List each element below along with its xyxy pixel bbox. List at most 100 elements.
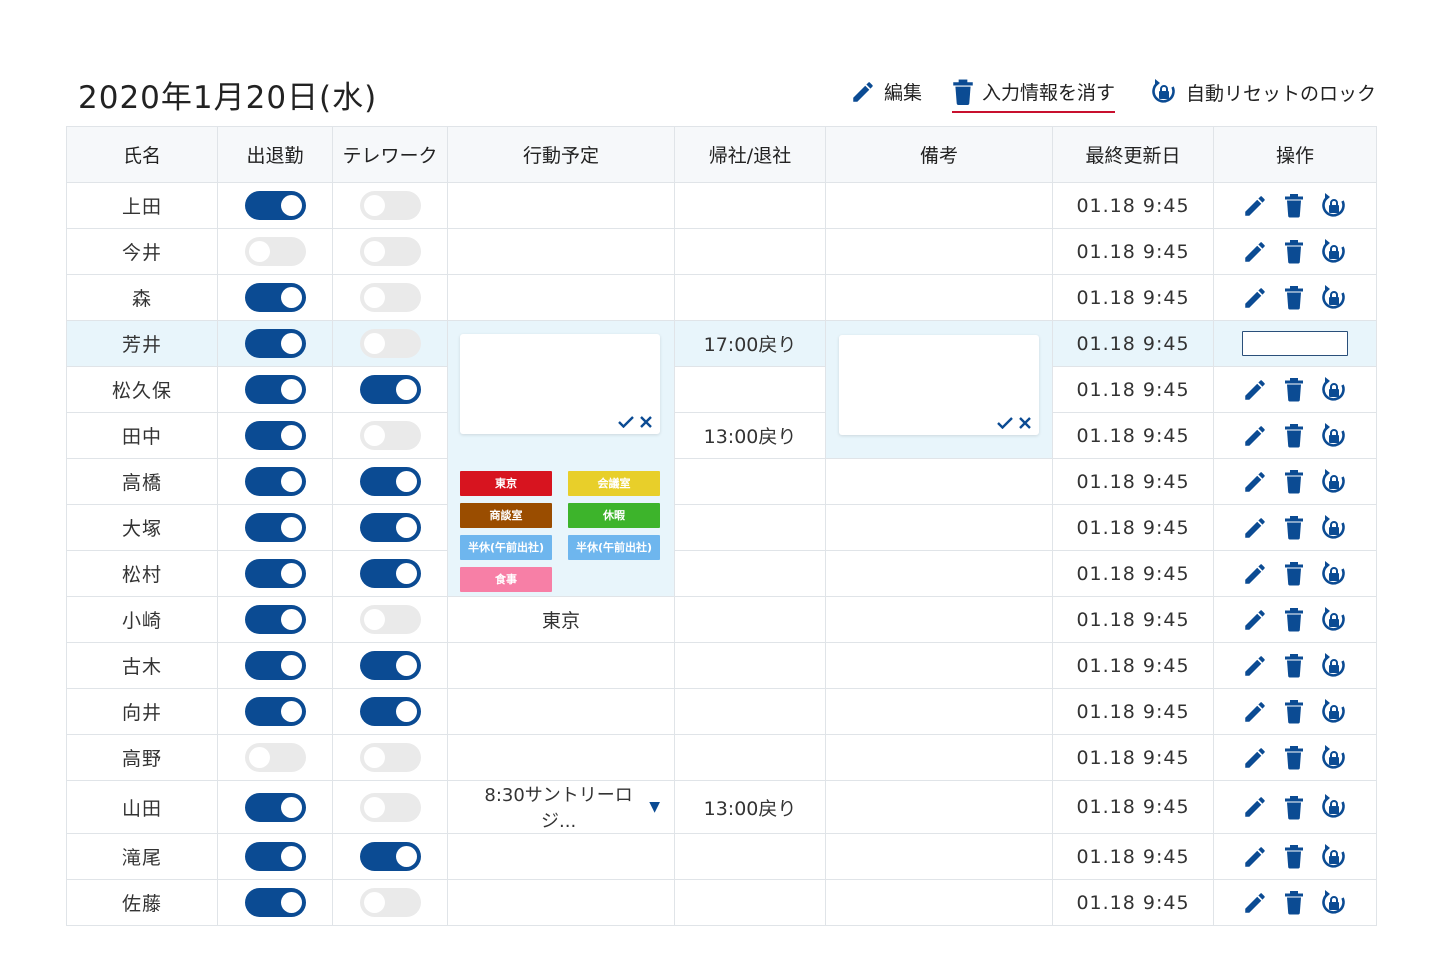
pencil-icon[interactable] bbox=[1242, 561, 1268, 587]
plan-tag[interactable]: 休暇 bbox=[568, 503, 660, 528]
telework-toggle[interactable] bbox=[359, 283, 421, 312]
lock-reset-icon[interactable] bbox=[1320, 422, 1348, 450]
lock-reset-icon[interactable] bbox=[1320, 560, 1348, 588]
plan-cell[interactable] bbox=[447, 688, 675, 735]
attendance-toggle[interactable] bbox=[244, 329, 306, 358]
note-textarea[interactable] bbox=[839, 335, 1039, 435]
pencil-icon[interactable] bbox=[1242, 607, 1268, 633]
pencil-icon[interactable] bbox=[1242, 745, 1268, 771]
trash-icon[interactable] bbox=[1284, 653, 1304, 678]
lock-reset-icon[interactable] bbox=[1320, 514, 1348, 542]
return-cell[interactable] bbox=[674, 688, 826, 735]
pencil-icon[interactable] bbox=[1242, 653, 1268, 679]
pencil-icon[interactable] bbox=[1242, 193, 1268, 219]
return-cell[interactable] bbox=[674, 366, 826, 413]
telework-toggle[interactable] bbox=[359, 605, 421, 634]
lock-reset-icon[interactable] bbox=[1320, 192, 1348, 220]
note-cell[interactable] bbox=[825, 879, 1053, 926]
return-cell[interactable] bbox=[674, 274, 826, 321]
attendance-toggle[interactable] bbox=[244, 605, 306, 634]
telework-toggle[interactable] bbox=[359, 191, 421, 220]
plan-cell[interactable]: 8:30サントリーロジ... ▼ bbox=[447, 780, 675, 834]
pencil-icon[interactable] bbox=[1242, 844, 1268, 870]
trash-icon[interactable] bbox=[1284, 515, 1304, 540]
telework-toggle[interactable] bbox=[359, 792, 421, 822]
plan-tag[interactable]: 会議室 bbox=[568, 471, 660, 496]
plan-cell[interactable] bbox=[447, 879, 675, 926]
lock-reset-icon[interactable] bbox=[1320, 698, 1348, 726]
pencil-icon[interactable] bbox=[1242, 794, 1268, 820]
return-cell[interactable] bbox=[674, 596, 826, 643]
attendance-toggle[interactable] bbox=[244, 191, 306, 220]
trash-icon[interactable] bbox=[1284, 423, 1304, 448]
lock-reset-icon[interactable] bbox=[1320, 468, 1348, 496]
plan-cell[interactable]: 東京 bbox=[447, 596, 675, 643]
attendance-toggle[interactable] bbox=[244, 467, 306, 496]
return-cell[interactable]: 13:00戻り bbox=[674, 780, 826, 834]
return-cell[interactable]: 13:00戻り bbox=[674, 412, 826, 459]
close-icon[interactable] bbox=[640, 416, 652, 428]
plan-cell[interactable] bbox=[447, 228, 675, 275]
trash-icon[interactable] bbox=[1284, 699, 1304, 724]
pencil-icon[interactable] bbox=[1242, 285, 1268, 311]
check-icon[interactable] bbox=[618, 416, 634, 428]
plan-tag[interactable]: 半休(午前出社) bbox=[460, 535, 552, 560]
return-cell[interactable] bbox=[674, 734, 826, 781]
note-cell[interactable] bbox=[825, 182, 1053, 229]
attendance-toggle[interactable] bbox=[244, 283, 306, 312]
note-cell[interactable] bbox=[825, 734, 1053, 781]
note-cell[interactable] bbox=[825, 780, 1053, 834]
telework-toggle[interactable] bbox=[359, 743, 421, 772]
note-cell[interactable] bbox=[825, 833, 1053, 880]
telework-toggle[interactable] bbox=[359, 421, 421, 450]
telework-toggle[interactable] bbox=[359, 888, 421, 917]
attendance-toggle[interactable] bbox=[244, 792, 306, 822]
return-cell[interactable] bbox=[674, 550, 826, 597]
lock-reset-icon[interactable] bbox=[1320, 843, 1348, 871]
plan-select[interactable]: 8:30サントリーロジ... ▼ bbox=[448, 781, 674, 833]
attendance-toggle[interactable] bbox=[244, 888, 306, 917]
telework-toggle[interactable] bbox=[359, 329, 421, 358]
check-icon[interactable] bbox=[997, 417, 1013, 429]
plan-tag[interactable]: 商談室 bbox=[460, 503, 552, 528]
plan-cell[interactable] bbox=[447, 833, 675, 880]
return-cell[interactable] bbox=[674, 228, 826, 275]
lock-reset-icon[interactable] bbox=[1320, 744, 1348, 772]
return-cell[interactable] bbox=[674, 879, 826, 926]
note-cell[interactable] bbox=[825, 688, 1053, 735]
trash-icon[interactable] bbox=[1284, 745, 1304, 770]
plan-cell[interactable] bbox=[447, 274, 675, 321]
plan-cell[interactable] bbox=[447, 642, 675, 689]
pencil-icon[interactable] bbox=[1242, 699, 1268, 725]
note-cell[interactable] bbox=[825, 274, 1053, 321]
trash-icon[interactable] bbox=[1284, 285, 1304, 310]
lock-auto-reset-button[interactable]: 自動リセットのロック bbox=[1150, 78, 1376, 106]
telework-toggle[interactable] bbox=[359, 697, 421, 726]
attendance-toggle[interactable] bbox=[244, 559, 306, 588]
attendance-toggle[interactable] bbox=[244, 697, 306, 726]
telework-toggle[interactable] bbox=[359, 237, 421, 266]
pencil-icon[interactable] bbox=[1242, 377, 1268, 403]
plan-tag[interactable]: 半休(午前出社) bbox=[568, 535, 660, 560]
telework-toggle[interactable] bbox=[359, 559, 421, 588]
return-cell[interactable] bbox=[674, 504, 826, 551]
trash-icon[interactable] bbox=[1284, 469, 1304, 494]
trash-icon[interactable] bbox=[1284, 607, 1304, 632]
action-input[interactable] bbox=[1242, 331, 1348, 356]
note-cell[interactable] bbox=[825, 504, 1053, 551]
pencil-icon[interactable] bbox=[1242, 890, 1268, 916]
note-cell[interactable] bbox=[825, 550, 1053, 597]
attendance-toggle[interactable] bbox=[244, 421, 306, 450]
telework-toggle[interactable] bbox=[359, 467, 421, 496]
note-cell[interactable] bbox=[825, 458, 1053, 505]
lock-reset-icon[interactable] bbox=[1320, 284, 1348, 312]
return-cell[interactable] bbox=[674, 182, 826, 229]
lock-reset-icon[interactable] bbox=[1320, 793, 1348, 821]
lock-reset-icon[interactable] bbox=[1320, 652, 1348, 680]
trash-icon[interactable] bbox=[1284, 193, 1304, 218]
pencil-icon[interactable] bbox=[1242, 515, 1268, 541]
pencil-icon[interactable] bbox=[1242, 469, 1268, 495]
telework-toggle[interactable] bbox=[359, 513, 421, 542]
close-icon[interactable] bbox=[1019, 417, 1031, 429]
pencil-icon[interactable] bbox=[1242, 239, 1268, 265]
